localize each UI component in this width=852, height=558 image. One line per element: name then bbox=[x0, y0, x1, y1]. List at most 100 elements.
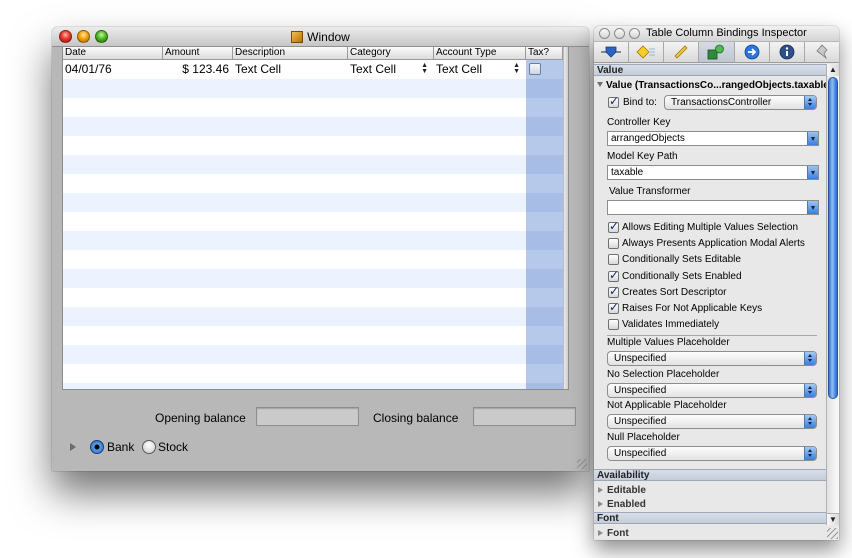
table-row-empty[interactable] bbox=[63, 307, 563, 326]
table-row-empty[interactable] bbox=[63, 269, 563, 288]
option-checkbox[interactable] bbox=[608, 219, 619, 233]
table-row[interactable]: 04/01/76 $ 123.46 Text Cell Text Cell ▲ ▼… bbox=[63, 60, 563, 79]
tab-attributes[interactable] bbox=[594, 42, 630, 62]
column-header-category[interactable]: Category bbox=[348, 47, 434, 60]
inspector-resize-grip-icon[interactable] bbox=[827, 528, 838, 539]
empty-cell bbox=[163, 250, 233, 269]
minimize-button[interactable] bbox=[77, 30, 90, 43]
tab-identity[interactable] bbox=[770, 42, 805, 62]
table-row-empty[interactable] bbox=[63, 250, 563, 269]
table-row-empty[interactable] bbox=[63, 383, 563, 389]
table-row-empty[interactable] bbox=[63, 212, 563, 231]
bind-to-popup[interactable]: TransactionsController bbox=[664, 95, 817, 110]
font-item-font[interactable]: Font bbox=[598, 528, 629, 539]
main-window-titlebar[interactable]: Window bbox=[52, 27, 589, 47]
combo-arrow-icon[interactable] bbox=[807, 166, 818, 179]
section-font-header[interactable]: Font bbox=[594, 512, 826, 524]
table-row-empty[interactable] bbox=[63, 174, 563, 193]
zoom-button[interactable] bbox=[95, 30, 108, 43]
cell-description[interactable]: Text Cell bbox=[233, 60, 348, 79]
stock-radio-label[interactable]: Stock bbox=[158, 440, 188, 454]
scroll-up-arrow-icon[interactable]: ▲ bbox=[827, 64, 839, 76]
option-checkbox[interactable] bbox=[608, 300, 619, 314]
tab-size[interactable] bbox=[664, 42, 700, 62]
option-label[interactable]: Allows Editing Multiple Values Selection bbox=[622, 222, 798, 233]
table-row-empty[interactable] bbox=[63, 288, 563, 307]
empty-cell bbox=[434, 98, 526, 117]
table-row-empty[interactable] bbox=[63, 79, 563, 98]
opening-balance-field[interactable] bbox=[256, 407, 359, 426]
option-checkbox[interactable] bbox=[608, 238, 619, 250]
column-header-amount[interactable]: Amount bbox=[163, 47, 233, 60]
inspector-minimize-button[interactable] bbox=[614, 28, 625, 39]
table-row-empty[interactable] bbox=[63, 98, 563, 117]
availability-item-editable[interactable]: Editable bbox=[598, 485, 646, 496]
column-header-description[interactable]: Description bbox=[233, 47, 348, 60]
scrollbar-thumb[interactable] bbox=[828, 77, 838, 399]
table-row-empty[interactable] bbox=[63, 364, 563, 383]
cell-account-type[interactable]: Text Cell ▲ ▼ bbox=[434, 60, 526, 79]
section-availability-header[interactable]: Availability bbox=[594, 469, 826, 481]
combo-arrow-icon[interactable] bbox=[807, 132, 818, 145]
bank-radio[interactable] bbox=[90, 440, 104, 454]
option-checkbox[interactable] bbox=[608, 268, 619, 282]
option-label[interactable]: Validates Immediately bbox=[622, 319, 719, 330]
option-checkbox[interactable] bbox=[608, 319, 619, 331]
disclosure-triangle-icon[interactable] bbox=[70, 443, 76, 451]
placeholder-popup[interactable]: Unspecified bbox=[607, 414, 817, 429]
section-value-header[interactable]: Value bbox=[594, 64, 826, 76]
option-label[interactable]: Creates Sort Descriptor bbox=[622, 287, 726, 298]
placeholder-popup[interactable]: Unspecified bbox=[607, 445, 817, 461]
empty-cell bbox=[526, 98, 563, 117]
table-row-empty[interactable] bbox=[63, 136, 563, 155]
tax-checkbox[interactable] bbox=[529, 63, 541, 75]
stock-radio[interactable] bbox=[142, 440, 156, 454]
cell-amount[interactable]: $ 123.46 bbox=[163, 60, 233, 79]
table-row-empty[interactable] bbox=[63, 155, 563, 174]
tab-applescript[interactable] bbox=[805, 42, 839, 62]
document-icon bbox=[291, 31, 304, 43]
column-header-tax[interactable]: Tax? bbox=[526, 47, 563, 60]
account-type-stepper-icon[interactable]: ▲ ▼ bbox=[513, 62, 520, 75]
column-header-date[interactable]: Date bbox=[63, 47, 163, 60]
value-transformer-combo[interactable] bbox=[607, 200, 819, 215]
option-label[interactable]: Conditionally Sets Enabled bbox=[622, 271, 742, 282]
option-checkbox[interactable] bbox=[608, 254, 619, 266]
category-stepper-icon[interactable]: ▲ ▼ bbox=[421, 62, 428, 75]
table-row-empty[interactable] bbox=[63, 193, 563, 212]
tab-bindings[interactable] bbox=[699, 42, 735, 62]
controller-key-combo[interactable]: arrangedObjects bbox=[607, 131, 819, 146]
empty-cell bbox=[163, 288, 233, 307]
inspector-zoom-button[interactable] bbox=[629, 28, 640, 39]
cell-category[interactable]: Text Cell ▲ ▼ bbox=[348, 60, 434, 79]
close-button[interactable] bbox=[59, 30, 72, 43]
closing-balance-field[interactable] bbox=[473, 407, 576, 426]
scroll-down-arrow-icon[interactable]: ▼ bbox=[827, 513, 839, 525]
table-row-empty[interactable] bbox=[63, 345, 563, 364]
inspector-close-button[interactable] bbox=[599, 28, 610, 39]
availability-item-enabled[interactable]: Enabled bbox=[598, 499, 646, 510]
option-label[interactable]: Raises For Not Applicable Keys bbox=[622, 303, 762, 314]
resize-grip-icon[interactable] bbox=[577, 459, 587, 469]
tab-connections[interactable] bbox=[735, 42, 770, 62]
inspector-vertical-scrollbar[interactable]: ▲ ▼ bbox=[826, 64, 839, 525]
empty-cell bbox=[526, 212, 563, 231]
value-binding-disclosure[interactable]: Value (TransactionsCo...rangedObjects.ta… bbox=[597, 80, 832, 91]
placeholder-popup[interactable]: Unspecified bbox=[607, 351, 817, 366]
option-checkbox[interactable] bbox=[608, 284, 619, 298]
model-key-path-combo[interactable]: taxable bbox=[607, 165, 819, 180]
availability-item-label: Editable bbox=[607, 485, 646, 496]
inspector-titlebar[interactable]: Table Column Bindings Inspector bbox=[594, 26, 839, 41]
table-row-empty[interactable] bbox=[63, 117, 563, 136]
bank-radio-label[interactable]: Bank bbox=[107, 440, 134, 454]
table-row-empty[interactable] bbox=[63, 231, 563, 250]
option-label[interactable]: Always Presents Application Modal Alerts bbox=[622, 238, 805, 249]
bind-to-checkbox[interactable] bbox=[608, 94, 619, 108]
column-header-account-type[interactable]: Account Type bbox=[434, 47, 526, 60]
table-row-empty[interactable] bbox=[63, 326, 563, 345]
tab-effects[interactable] bbox=[629, 42, 665, 62]
cell-date[interactable]: 04/01/76 bbox=[63, 60, 163, 79]
combo-arrow-icon[interactable] bbox=[807, 201, 818, 214]
option-label[interactable]: Conditionally Sets Editable bbox=[622, 254, 741, 265]
placeholder-popup[interactable]: Unspecified bbox=[607, 382, 817, 398]
